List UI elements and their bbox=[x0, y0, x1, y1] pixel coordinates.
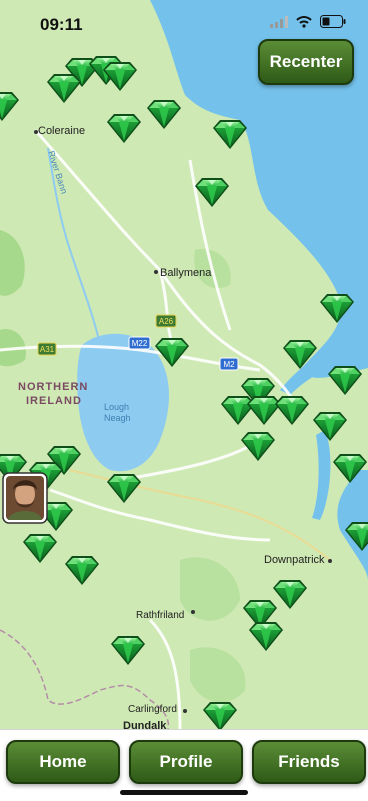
lake-label-line1: Lough bbox=[104, 402, 129, 412]
map-view[interactable]: Coleraine River Bann Ballymena NORTHERN … bbox=[0, 0, 368, 800]
status-bar: 09:11 bbox=[0, 0, 368, 44]
place-label-coleraine: Coleraine bbox=[38, 125, 85, 137]
place-label-downpatrick: Downpatrick bbox=[264, 554, 325, 566]
battery-icon bbox=[320, 15, 346, 33]
status-time: 09:11 bbox=[40, 15, 83, 34]
road-shield-a31-label: A31 bbox=[40, 345, 55, 354]
road-shield-m2: M2 bbox=[219, 357, 239, 371]
place-label-rathfriland: Rathfriland bbox=[136, 610, 184, 621]
road-shield-m22-label: M22 bbox=[132, 339, 148, 348]
region-label-line1: NORTHERN bbox=[18, 381, 88, 393]
nav-friends-button[interactable]: Friends bbox=[252, 740, 366, 784]
recenter-button[interactable]: Recenter bbox=[258, 39, 354, 85]
road-shield-m22: M22 bbox=[128, 336, 151, 350]
road-shield-a31: A31 bbox=[37, 342, 57, 356]
place-label-carlingford: Carlingford bbox=[128, 704, 177, 715]
lake-label-line2: Neagh bbox=[104, 413, 131, 423]
road-shield-m2-label: M2 bbox=[223, 360, 235, 369]
nav-profile-button[interactable]: Profile bbox=[129, 740, 243, 784]
cellular-signal-icon bbox=[270, 15, 288, 33]
road-shield-a26-label: A26 bbox=[159, 317, 174, 326]
road-shield-a26: A26 bbox=[155, 314, 177, 328]
nav-home-button[interactable]: Home bbox=[6, 740, 120, 784]
region-label-line2: IRELAND bbox=[26, 395, 82, 407]
wifi-icon bbox=[296, 15, 312, 33]
home-indicator bbox=[120, 790, 248, 795]
place-label-ballymena: Ballymena bbox=[160, 267, 212, 279]
player-avatar-icon[interactable] bbox=[2, 472, 48, 524]
